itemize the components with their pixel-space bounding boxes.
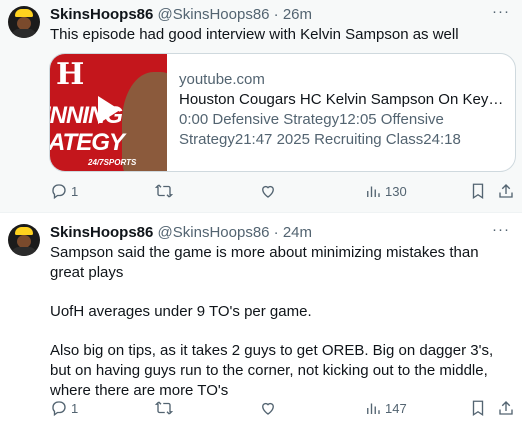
views-button[interactable]: 147 xyxy=(364,398,407,418)
like-button[interactable] xyxy=(259,398,280,418)
more-options-icon[interactable]: ··· xyxy=(492,221,510,238)
tweet[interactable]: SkinsHoops86 @SkinsHoops86 · 24m ··· Sam… xyxy=(0,212,522,437)
separator: · xyxy=(273,6,279,23)
video-thumbnail[interactable]: H INNING ATEGY 24/7SPORTS xyxy=(50,54,167,171)
reply-icon xyxy=(52,401,66,417)
tweet-header: SkinsHoops86 @SkinsHoops86 · 26m xyxy=(50,5,312,25)
views-button[interactable]: 130 xyxy=(364,181,407,201)
tweet-paragraph: Sampson said the game is more about mini… xyxy=(50,244,479,281)
tweet-paragraph: Also big on tips, as it takes 2 guys to … xyxy=(50,342,494,399)
card-title[interactable]: Houston Cougars HC Kelvin Sampson On Key… xyxy=(179,90,505,110)
timestamp[interactable]: 26m xyxy=(283,6,312,23)
repost-icon xyxy=(155,401,173,415)
bookmark-icon xyxy=(472,183,484,200)
display-name[interactable]: SkinsHoops86 xyxy=(50,6,153,23)
action-bar: 1 130 xyxy=(50,181,515,201)
team-logo: H xyxy=(56,57,85,92)
handle[interactable]: @SkinsHoops86 xyxy=(158,6,270,23)
timestamp[interactable]: 24m xyxy=(283,224,312,241)
tweet-paragraph: UofH averages under 9 TO's per game. xyxy=(50,303,312,320)
display-name[interactable]: SkinsHoops86 xyxy=(50,224,153,241)
share-icon xyxy=(499,401,513,415)
like-button[interactable] xyxy=(259,181,280,201)
repost-button[interactable] xyxy=(155,398,176,418)
reply-count: 1 xyxy=(71,183,79,199)
view-count: 130 xyxy=(385,183,407,199)
tweet-header: SkinsHoops86 @SkinsHoops86 · 24m xyxy=(50,223,312,243)
avatar[interactable] xyxy=(8,224,40,256)
views-icon xyxy=(367,186,380,197)
person-image xyxy=(122,72,167,171)
bookmark-button[interactable] xyxy=(469,398,487,418)
play-icon[interactable] xyxy=(98,96,120,124)
thumbnail-brand: 24/7SPORTS xyxy=(88,158,137,167)
share-button[interactable] xyxy=(497,181,515,201)
tweet-text: Sampson said the game is more about mini… xyxy=(50,243,495,420)
card-domain: youtube.com xyxy=(179,71,265,88)
heart-icon xyxy=(262,402,274,415)
reply-button[interactable]: 1 xyxy=(50,398,78,418)
separator: · xyxy=(273,224,279,241)
share-icon xyxy=(499,184,513,198)
reply-button[interactable]: 1 xyxy=(50,181,78,201)
reply-count: 1 xyxy=(71,400,79,416)
thumbnail-text-line-2: ATEGY xyxy=(50,129,125,156)
repost-button[interactable] xyxy=(155,181,176,201)
tweet[interactable]: SkinsHoops86 @SkinsHoops86 · 26m ··· Thi… xyxy=(0,0,522,212)
action-bar: 1 147 xyxy=(50,398,515,418)
bookmark-icon xyxy=(472,400,484,417)
card-description: 0:00 Defensive Strategy12:05 Offensive S… xyxy=(179,111,461,148)
bookmark-button[interactable] xyxy=(469,181,487,201)
views-icon xyxy=(367,403,380,414)
heart-icon xyxy=(262,185,274,198)
view-count: 147 xyxy=(385,400,407,416)
avatar[interactable] xyxy=(8,6,40,38)
reply-icon xyxy=(52,184,66,200)
tweet-text: This episode had good interview with Kel… xyxy=(50,26,459,43)
more-options-icon[interactable]: ··· xyxy=(492,3,510,20)
handle[interactable]: @SkinsHoops86 xyxy=(158,224,270,241)
repost-icon xyxy=(155,184,173,198)
link-card[interactable]: H INNING ATEGY 24/7SPORTS youtube.com Ho… xyxy=(49,53,516,172)
share-button[interactable] xyxy=(497,398,515,418)
